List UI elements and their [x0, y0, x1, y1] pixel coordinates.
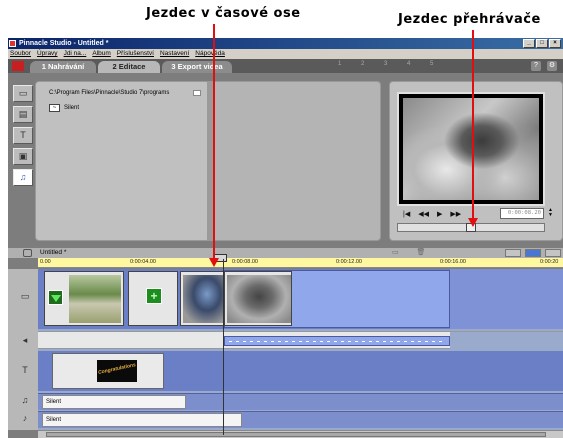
menu-soubor[interactable]: Soubor — [10, 49, 31, 59]
movie-window-icon — [23, 249, 32, 257]
album-tools: ▭ ▤ T ▣ ♫ — [13, 85, 33, 186]
timecode-spinner[interactable]: ▲ ▼ — [547, 208, 554, 219]
menu-jdi-na[interactable]: Jdi na... — [64, 49, 87, 59]
minimize-button[interactable]: _ — [523, 39, 535, 48]
preview-screen — [397, 92, 545, 206]
timeline-view-button[interactable] — [525, 249, 541, 257]
clip-thumbnail — [227, 275, 291, 323]
player-scrubber-annotation: Jezdec přehrávače — [398, 12, 541, 27]
sound-clip-silent[interactable]: Silent — [42, 413, 242, 427]
ruler-label: 0:00:20 — [540, 259, 559, 265]
project-name: Untitled * — [40, 249, 67, 256]
album-folder-path: C:\Program Files\Pinnacle\Studio 7\progr… — [49, 90, 170, 96]
timeline-playhead-line — [223, 259, 224, 435]
ruler-label: 0:00:12.00 — [336, 259, 362, 265]
album-item-label: Silent — [64, 105, 80, 111]
preview-frame-image — [403, 98, 539, 200]
title-track: Congratulations — [38, 351, 563, 391]
original-audio-track — [38, 331, 563, 350]
video-track-icon[interactable]: ▭ — [18, 291, 32, 302]
video-scenes-icon[interactable]: ▭ — [13, 85, 33, 102]
transition-clip[interactable]: + — [128, 271, 178, 326]
text-view-button[interactable] — [545, 249, 561, 257]
title-clip[interactable]: Congratulations — [52, 353, 164, 389]
audio-file-icon: ~ — [49, 104, 60, 112]
scrollbar-thumb[interactable] — [46, 432, 546, 437]
music-track-icon[interactable]: ♪ — [18, 413, 32, 423]
go-to-start-icon[interactable]: |◀ — [403, 210, 410, 218]
flag-icon — [12, 61, 24, 71]
ruler-label: 0:00:08.00 — [232, 259, 258, 265]
mode-tab-bar: 1 Nahrávání 2 Editace 3 Export videa 1 2… — [8, 59, 563, 73]
player-panel: |◀ ◀◀ ▶ ▶▶ 0:00:08.20 ▲ ▼ — [389, 81, 563, 241]
menu-bar: Soubor Úpravy Jdi na... Album Příslušens… — [8, 49, 563, 59]
maximize-button[interactable]: □ — [536, 39, 548, 48]
menu-upravy[interactable]: Úpravy — [37, 49, 58, 59]
title-bar: Pinnacle Studio - Untitled * _ □ × — [8, 38, 563, 49]
close-button[interactable]: × — [549, 39, 561, 48]
transition-icon: + — [146, 288, 162, 304]
video-clip[interactable] — [44, 271, 124, 326]
timeline-scrubber-arrow-head — [209, 258, 219, 267]
rewind-icon[interactable]: ◀◀ — [418, 210, 429, 218]
app-icon — [9, 40, 16, 47]
settings-icon[interactable]: ⚙ — [547, 61, 557, 71]
transitions-icon[interactable]: ▤ — [13, 106, 33, 123]
player-timecode[interactable]: 0:00:08.20 — [500, 208, 544, 219]
title-thumbnail: Congratulations — [97, 360, 137, 382]
timeline-header: Untitled * ▭ 🗑 — [8, 248, 563, 258]
audio-waveform[interactable] — [224, 336, 450, 346]
ruler-label: 0:00:16.00 — [440, 259, 466, 265]
folder-icon[interactable] — [193, 90, 201, 96]
transition-icon — [48, 290, 63, 305]
clip-thumbnail — [183, 275, 223, 323]
album-right-page — [213, 81, 381, 241]
track-headers: ▭ ◂ T ♫ ♪ — [8, 269, 38, 430]
fast-forward-icon[interactable]: ▶▶ — [450, 210, 461, 218]
player-scrubber-arrow-line — [472, 30, 474, 220]
tab-export-videa[interactable]: 3 Export videa — [162, 61, 232, 73]
sound-effect-track: Silent — [38, 393, 563, 410]
ruler-label: 0:00:04.00 — [130, 259, 156, 265]
pinnacle-studio-window: Pinnacle Studio - Untitled * _ □ × Soubo… — [8, 38, 563, 438]
album-panel: C:\Program Files\Pinnacle\Studio 7\progr… — [35, 81, 210, 241]
timeline-tools[interactable]: ▭ 🗑 — [392, 248, 433, 258]
video-track: + — [38, 269, 563, 329]
photos-icon[interactable]: ▣ — [13, 148, 33, 165]
ruler-label: 0.00 — [40, 259, 51, 265]
window-title: Pinnacle Studio - Untitled * — [19, 40, 109, 47]
menu-nastaveni[interactable]: Nastavení — [160, 49, 189, 59]
timeline-scrubber-annotation: Jezdec v časové ose — [146, 6, 301, 21]
titles-icon[interactable]: T — [13, 127, 33, 144]
video-track-empty-area — [450, 269, 563, 329]
menu-napoveda[interactable]: Nápověda — [195, 49, 225, 59]
video-clip[interactable] — [224, 271, 292, 326]
sound-clip-silent[interactable]: Silent — [42, 395, 186, 409]
timeline-scrubber-arrow-line — [213, 24, 215, 260]
sound-effect-track-icon[interactable]: ♫ — [18, 395, 32, 405]
menu-prislusenstvi[interactable]: Příslušenství — [117, 49, 154, 59]
menu-album[interactable]: Album — [92, 49, 110, 59]
title-clip-text: Congratulations — [97, 362, 137, 376]
play-icon[interactable]: ▶ — [437, 210, 442, 218]
timeline-ruler[interactable]: 0.00 0:00:04.00 0:00:08.00 0:00:12.00 0:… — [38, 258, 563, 268]
video-clip[interactable] — [180, 271, 224, 326]
music-track: Silent — [38, 411, 563, 428]
help-icon[interactable]: ? — [531, 61, 541, 71]
album-item-silent[interactable]: ~ Silent — [49, 104, 79, 112]
player-scrubber-arrow-head — [468, 218, 478, 227]
tab-nahravani[interactable]: 1 Nahrávání — [30, 61, 96, 73]
album-page-numbers[interactable]: 1 2 3 4 5 — [338, 61, 442, 67]
timeline-tracks: ▭ ◂ T ♫ ♪ + Congratulations Silent Silen… — [8, 269, 563, 430]
original-audio-track-icon[interactable]: ◂ — [18, 335, 32, 346]
sound-effects-icon[interactable]: ♫ — [13, 169, 33, 186]
clip-thumbnail — [69, 275, 121, 323]
tab-editace[interactable]: 2 Editace — [98, 61, 160, 73]
title-track-icon[interactable]: T — [18, 365, 32, 375]
audio-track-empty-area — [450, 332, 563, 350]
timeline-horizontal-scrollbar[interactable] — [38, 430, 563, 438]
storyboard-view-button[interactable] — [505, 249, 521, 257]
